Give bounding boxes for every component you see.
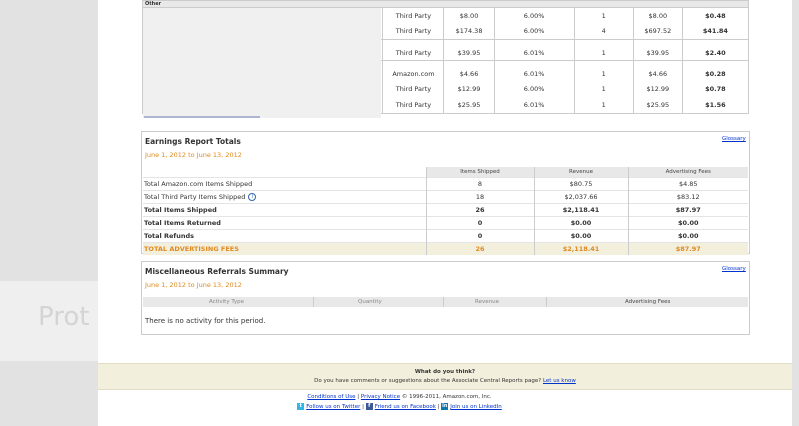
orders-group-header: Other [142, 0, 749, 7]
col-revenue: Revenue [475, 299, 499, 305]
let-us-know-link[interactable]: Let us know [543, 378, 576, 384]
earnings-glossary-link[interactable]: Glossary [722, 136, 746, 142]
twitter-icon: t [297, 403, 305, 410]
earnings-header-row: Items Shipped Revenue Advertising Fees [143, 167, 748, 178]
total-row: TOTAL ADVERTISING FEES 26 $2,118.41 $87.… [143, 242, 748, 255]
col-quantity: Quantity [358, 299, 382, 305]
feedback-text: Do you have comments or suggestions abou… [314, 378, 576, 384]
info-icon[interactable]: i [248, 193, 257, 201]
feedback-bar: What do you think? Do you have comments … [98, 363, 792, 390]
col-advertising-fees: Advertising Fees [625, 299, 671, 305]
copyright: © 1996-2011, Amazon.com, Inc. [401, 394, 492, 400]
empty-message: There is no activity for this period. [145, 317, 266, 325]
col-activity-type: Activity Type [209, 299, 244, 305]
table-row: Total Items Returned 0 $0.00 $0.00 [143, 216, 748, 230]
earnings-title: Earnings Report Totals [145, 137, 241, 146]
earnings-date-range: June 1, 2012 to June 13, 2012 [145, 151, 242, 159]
linkedin-link[interactable]: Join us on LinkedIn [450, 404, 502, 410]
privacy-link[interactable]: Privacy Notice [361, 394, 400, 400]
table-row: Total Third Party Items Shipped i 18 $2,0… [143, 190, 748, 204]
col-revenue: Revenue [533, 167, 628, 178]
misc-date-range: June 1, 2012 to June 13, 2012 [145, 281, 242, 289]
table-row: Total Items Shipped 26 $2,118.41 $87.97 [143, 203, 748, 217]
linkedin-icon: in [441, 403, 449, 410]
misc-title: Miscellaneous Referrals Summary [145, 267, 289, 276]
background-left [0, 0, 98, 426]
table-row: Total Amazon.com Items Shipped 8 $80.75 … [143, 177, 748, 191]
misc-header-row: Activity Type Quantity Revenue Advertisi… [143, 297, 748, 307]
background-right [792, 0, 799, 426]
social-links: t Follow us on Twitter | f Friend us on Fa… [0, 403, 799, 410]
redacted-link [144, 116, 260, 118]
table-row: Total Refunds 0 $0.00 $0.00 [143, 229, 748, 243]
conditions-link[interactable]: Conditions of Use [307, 394, 355, 400]
col-advertising-fees: Advertising Fees [627, 167, 748, 178]
misc-glossary-link[interactable]: Glossary [722, 266, 746, 272]
footer-links: Conditions of Use | Privacy Notice © 199… [307, 394, 492, 400]
facebook-link[interactable]: Friend us on Facebook [375, 404, 436, 410]
redacted-product-names [143, 8, 381, 118]
facebook-icon: f [365, 403, 373, 410]
col-items-shipped: Items Shipped [425, 167, 534, 178]
feedback-title: What do you think? [414, 369, 476, 375]
twitter-link[interactable]: Follow us on Twitter [306, 404, 360, 410]
background-text: Prot [38, 302, 90, 332]
